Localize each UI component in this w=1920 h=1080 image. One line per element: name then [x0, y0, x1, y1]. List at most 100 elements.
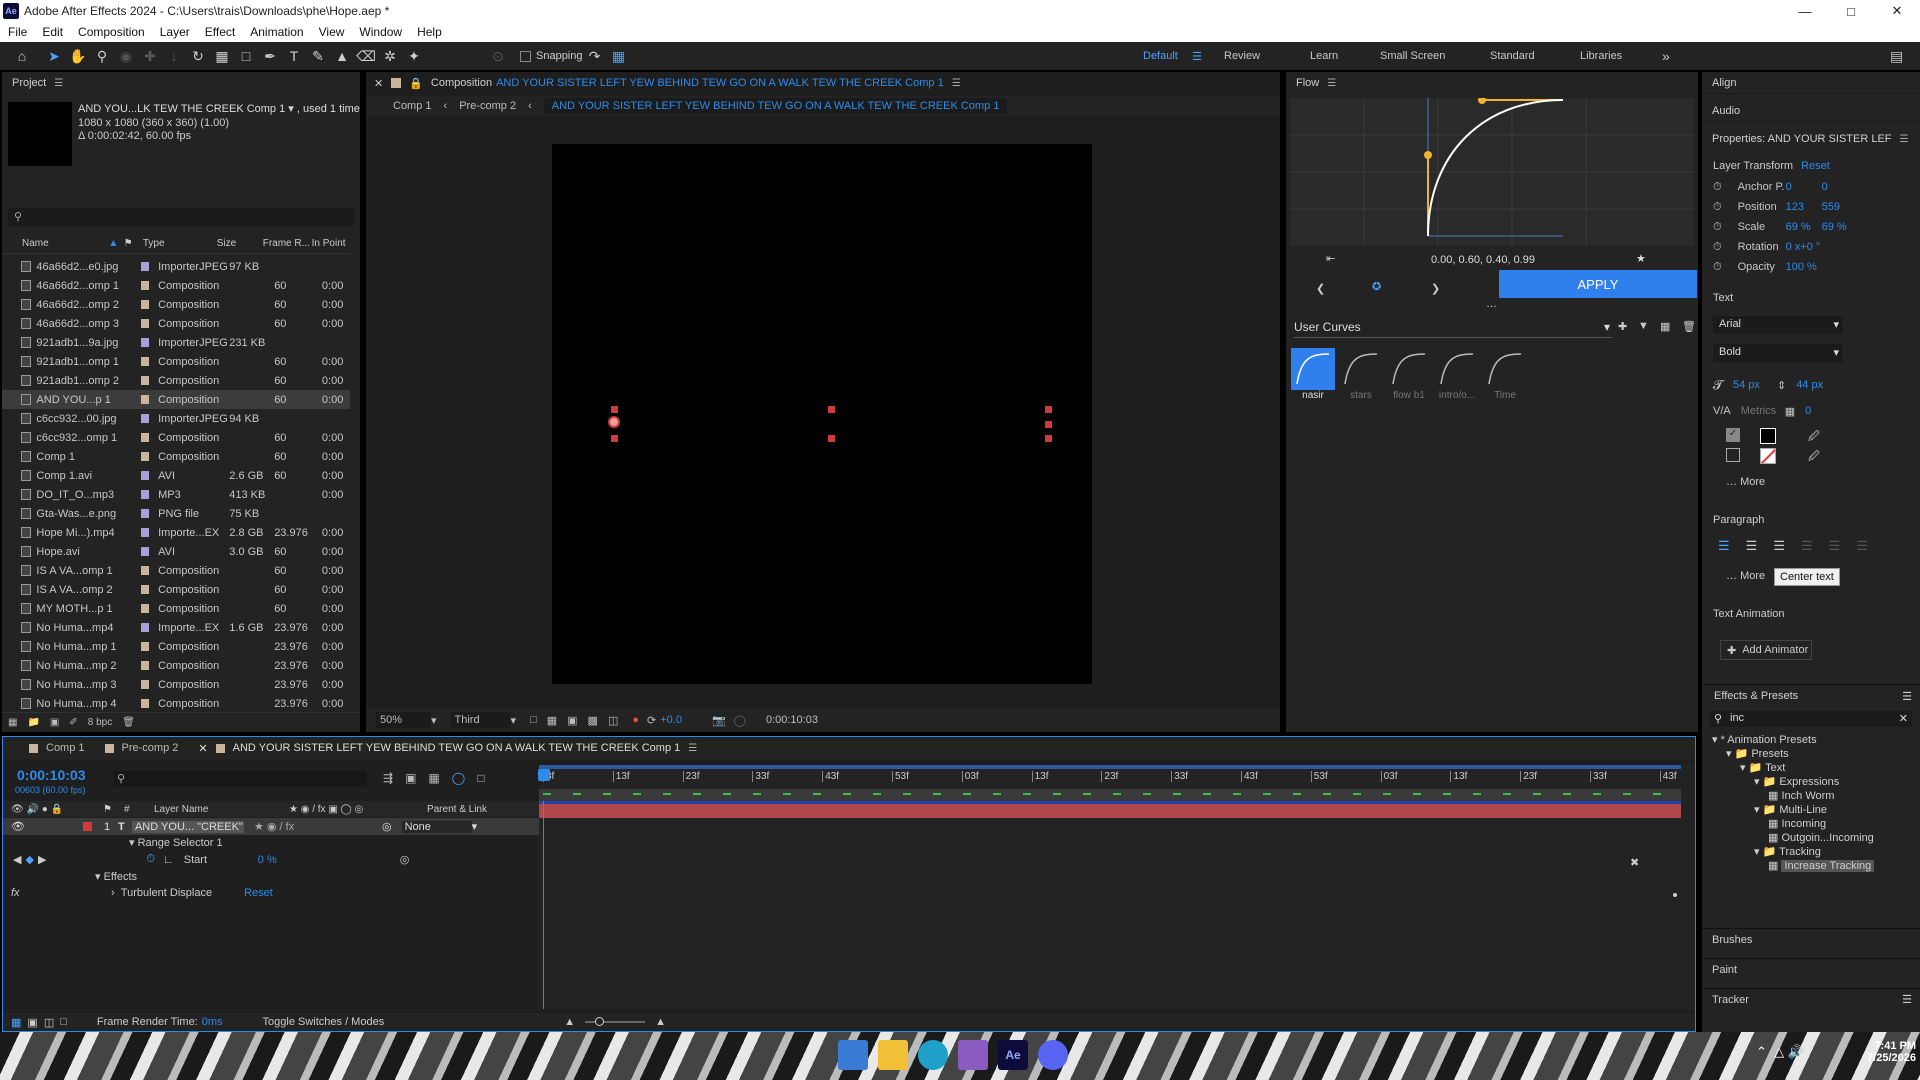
stopwatch-icon[interactable]: ⏱: [1713, 241, 1722, 254]
menu-edit[interactable]: Edit: [42, 25, 63, 39]
project-item-row[interactable]: IS A VA...omp 1 Composition 60 0:00: [2, 561, 350, 580]
leading-value[interactable]: 44 px: [1796, 379, 1823, 391]
hand-tool-icon[interactable]: ✋: [66, 46, 90, 66]
menu-window[interactable]: Window: [359, 25, 402, 39]
expression-pickwhip-icon[interactable]: ◎: [400, 853, 410, 866]
eraser-tool-icon[interactable]: ⌫: [354, 46, 378, 66]
rectangle-tool-icon[interactable]: □: [234, 46, 258, 66]
effects-tree-node[interactable]: ▾ 📁 Multi-Line: [1754, 803, 1827, 816]
clear-search-icon[interactable]: ✕: [1899, 712, 1908, 725]
in-out-icon[interactable]: ◫: [44, 1016, 54, 1029]
timeline-tab-0[interactable]: Comp 1: [29, 742, 85, 754]
layer-color-label[interactable]: [82, 822, 92, 831]
font-family-dropdown[interactable]: Arial ▾: [1713, 316, 1843, 334]
3d-view-icon[interactable]: ◫: [608, 714, 618, 727]
workspace-default[interactable]: Default: [1143, 42, 1178, 70]
stopwatch-icon[interactable]: ⏱: [1713, 181, 1722, 194]
stroke-checkbox[interactable]: [1726, 448, 1740, 462]
panel-layout-icon[interactable]: ▤: [1890, 42, 1903, 70]
pinned-app-icon[interactable]: [958, 1040, 988, 1070]
parent-dropdown[interactable]: None: [401, 820, 472, 833]
rotation-tool-icon[interactable]: ↻: [186, 46, 210, 66]
item-label-color[interactable]: [140, 604, 150, 613]
item-label-color[interactable]: [140, 319, 150, 328]
save-curve-icon[interactable]: ▼: [1638, 320, 1649, 332]
item-label-color[interactable]: [140, 547, 150, 556]
project-item-row[interactable]: 46a66d2...omp 3 Composition 60 0:00: [2, 314, 350, 333]
bounding-handle[interactable]: [1045, 421, 1052, 428]
selection-tool-icon[interactable]: ➤: [42, 46, 66, 66]
flow-preset-4[interactable]: Time: [1482, 348, 1528, 402]
project-item-row[interactable]: 921adb1...omp 2 Composition 60 0:00: [2, 371, 350, 390]
project-item-row[interactable]: Comp 1.avi AVI 2.6 GB 60 0:00: [2, 466, 350, 485]
item-label-color[interactable]: [140, 281, 150, 290]
visibility-eye-icon[interactable]: 👁: [11, 820, 25, 833]
properties-menu-icon[interactable]: ☰: [1900, 134, 1909, 145]
item-label-color[interactable]: [140, 680, 150, 689]
item-label-color[interactable]: [140, 585, 150, 594]
justify-right-icon[interactable]: ☰: [1856, 538, 1868, 554]
project-item-row[interactable]: DO_IT_O...mp3 MP3 413 KB 0:00: [2, 485, 350, 504]
snap-grid-icon[interactable]: ▦: [607, 46, 631, 66]
effect-row[interactable]: › Turbulent Displace Reset: [111, 887, 273, 899]
workspace-standard[interactable]: Standard: [1490, 42, 1535, 70]
taskbar-clock[interactable]: 7:41 PM 7/25/2026: [1860, 1040, 1916, 1064]
project-item-row[interactable]: c6cc932...omp 1 Composition 60 0:00: [2, 428, 350, 447]
workspace-small-screen[interactable]: Small Screen: [1380, 42, 1445, 70]
col-size[interactable]: Size: [217, 238, 263, 249]
bounding-handle[interactable]: [1045, 406, 1052, 413]
bezier-handle-2[interactable]: [1478, 96, 1486, 104]
breadcrumb-comp-1[interactable]: Comp 1: [393, 100, 432, 112]
timeline-tab-1[interactable]: Pre-comp 2: [104, 742, 178, 754]
effects-tree-node[interactable]: ▾ 📁 Presets: [1726, 747, 1789, 760]
workspace-libraries[interactable]: Libraries: [1580, 42, 1622, 70]
flow-next-icon[interactable]: ❯: [1431, 282, 1440, 295]
menu-animation[interactable]: Animation: [250, 25, 303, 39]
motion-blur-icon[interactable]: ◯: [452, 771, 465, 785]
project-item-row[interactable]: 921adb1...9a.jpg ImporterJPEG 231 KB: [2, 333, 350, 352]
interpret-footage-icon[interactable]: ▦: [8, 717, 17, 728]
project-panel-title[interactable]: Project: [12, 77, 46, 89]
comp-current-time[interactable]: 0:00:10:03: [766, 714, 818, 726]
export-curve-icon[interactable]: ▦: [1660, 320, 1670, 333]
transform-reset-link[interactable]: Reset: [1801, 160, 1830, 172]
font-size-value[interactable]: 54 px: [1733, 379, 1777, 391]
chevron-down-icon[interactable]: ▾: [1833, 346, 1839, 359]
flow-panel-title[interactable]: Flow: [1296, 77, 1319, 89]
project-item-row[interactable]: No Huma...mp 2 Composition 23.976 0:00: [2, 656, 350, 675]
minimize-button[interactable]: —: [1782, 0, 1828, 22]
home-icon[interactable]: ⌂: [10, 46, 34, 66]
stopwatch-icon[interactable]: ⏱: [1713, 221, 1722, 234]
effects-tree-node[interactable]: ▦ Inch Worm: [1768, 789, 1834, 802]
item-label-color[interactable]: [140, 661, 150, 670]
eyedropper-icon[interactable]: 🖉: [1808, 428, 1820, 447]
col-frame-rate[interactable]: Frame R...: [263, 238, 312, 249]
chevron-down-icon[interactable]: ▾: [511, 714, 517, 727]
resolution-dropdown[interactable]: Third: [450, 712, 511, 728]
delete-curve-icon[interactable]: 🗑: [1682, 320, 1696, 333]
timeline-timecode[interactable]: 0:00:10:03: [17, 767, 86, 783]
item-label-color[interactable]: [140, 699, 150, 708]
menu-composition[interactable]: Composition: [78, 25, 145, 39]
item-label-color[interactable]: [140, 452, 150, 461]
chevron-down-icon[interactable]: ▾: [1604, 320, 1610, 334]
time-ruler[interactable]: 3f 13f 23f 33f 43f 53f 03f 13f 23f 33f 43f 53f 03f 13…: [539, 769, 1681, 787]
mask-visibility-icon[interactable]: ▣: [567, 714, 577, 727]
bounding-handle[interactable]: [1045, 435, 1052, 442]
fill-color-swatch[interactable]: [1760, 428, 1776, 444]
bounding-handle[interactable]: [611, 435, 618, 442]
flowchart-icon[interactable]: ✐: [69, 717, 77, 728]
stopwatch-icon[interactable]: ⏱: [1713, 261, 1722, 274]
scale-x[interactable]: 69 %: [1786, 221, 1822, 233]
close-window-button[interactable]: ✕: [1874, 0, 1920, 22]
dropdown-arrow-icon[interactable]: ▾: [288, 103, 297, 115]
zoom-tool-icon[interactable]: ⚲: [90, 46, 114, 66]
flow-menu-icon[interactable]: ☰: [1327, 78, 1336, 89]
comp-panel-menu-icon[interactable]: ☰: [952, 78, 961, 89]
paint-panel-header[interactable]: Paint: [1702, 958, 1920, 980]
workspace-menu-icon[interactable]: ☰: [1192, 42, 1202, 70]
pan-behind-tool-icon[interactable]: ▦: [210, 46, 234, 66]
exposure-value[interactable]: +0.0: [660, 714, 682, 726]
timeline-menu-icon[interactable]: ☰: [688, 743, 697, 754]
audio-panel-header[interactable]: Audio: [1702, 100, 1920, 122]
